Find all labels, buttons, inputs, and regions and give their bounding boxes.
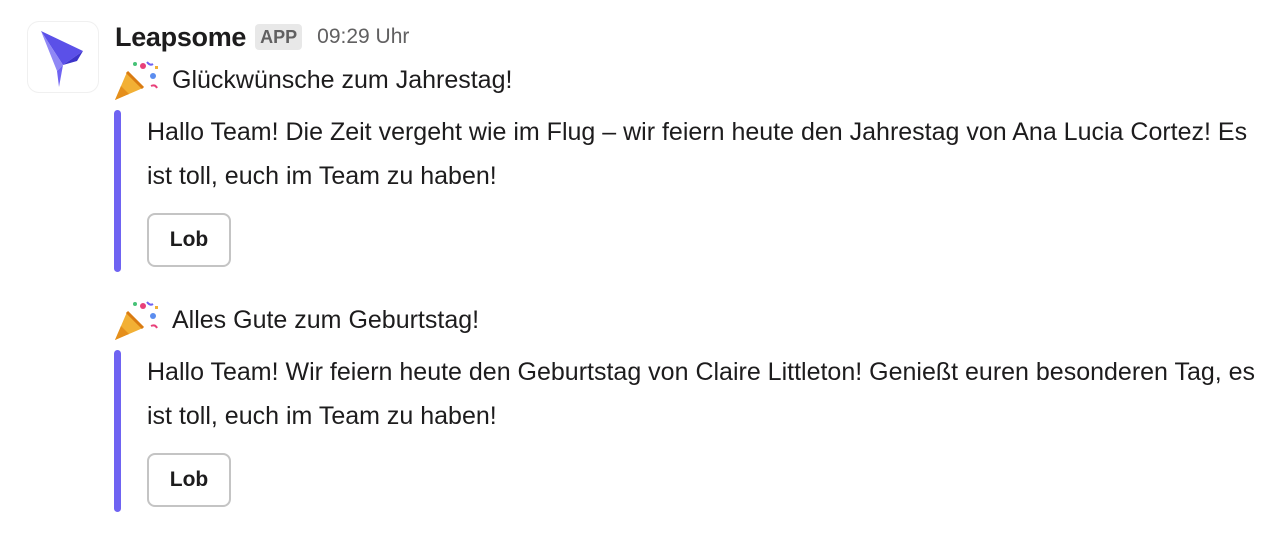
message-header: Leapsome APP 09:29 Uhr xyxy=(115,20,409,54)
party-popper-icon xyxy=(115,61,158,100)
post-body: Hallo Team! Die Zeit vergeht wie im Flug… xyxy=(147,118,1248,190)
party-popper-icon xyxy=(115,301,158,340)
post-body: Hallo Team! Wir feiern heute den Geburts… xyxy=(147,358,1256,430)
post-attachment: Hallo Team! Wir feiern heute den Geburts… xyxy=(114,350,1264,512)
app-avatar[interactable] xyxy=(27,21,99,93)
app-badge: APP xyxy=(255,24,303,50)
praise-button[interactable]: Lob xyxy=(147,453,231,507)
post-attachment: Hallo Team! Die Zeit vergeht wie im Flug… xyxy=(114,110,1264,272)
slack-message: Leapsome APP 09:29 Uhr Glückwünsche zum … xyxy=(0,0,1280,539)
app-name[interactable]: Leapsome xyxy=(115,22,246,53)
leapsome-logo-icon xyxy=(41,31,83,87)
praise-button[interactable]: Lob xyxy=(147,213,231,267)
accent-bar xyxy=(114,110,121,272)
post-title-row: Glückwünsche zum Jahrestag! xyxy=(113,58,512,102)
post-title: Alles Gute zum Geburtstag! xyxy=(172,305,480,334)
accent-bar xyxy=(114,350,121,512)
timestamp[interactable]: 09:29 Uhr xyxy=(317,25,409,49)
post-title-row: Alles Gute zum Geburtstag! xyxy=(113,298,479,342)
post-title: Glückwünsche zum Jahrestag! xyxy=(172,65,513,94)
